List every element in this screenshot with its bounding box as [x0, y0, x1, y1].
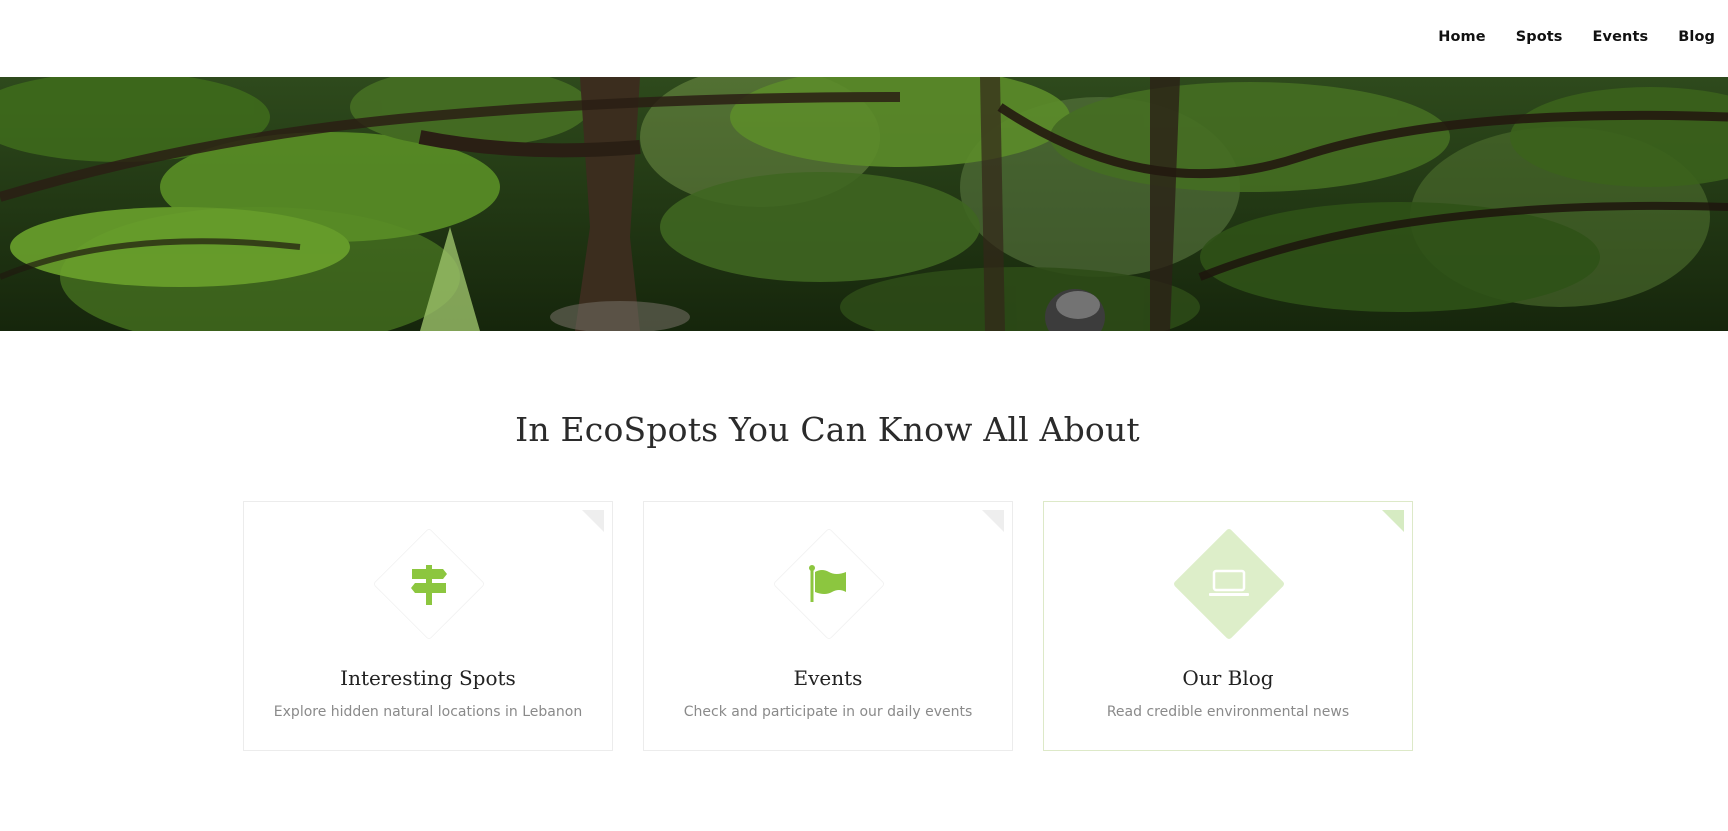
card-title: Interesting Spots — [340, 666, 516, 690]
feature-cards: Interesting Spots Explore hidden natural… — [243, 501, 1414, 751]
section-title: In EcoSpots You Can Know All About — [515, 410, 1140, 449]
card-title: Events — [793, 666, 863, 690]
laptop-icon — [1189, 544, 1269, 624]
main-nav: Home Spots Events Blog — [1408, 0, 1728, 73]
nav-blog-link[interactable]: Blog — [1678, 29, 1715, 45]
nav-spots-link[interactable]: Spots — [1516, 29, 1563, 45]
nav-home-link[interactable]: Home — [1438, 29, 1485, 45]
card-interesting-spots[interactable]: Interesting Spots Explore hidden natural… — [243, 501, 613, 751]
card-corner-decoration — [1382, 510, 1404, 532]
card-our-blog[interactable]: Our Blog Read credible environmental new… — [1043, 501, 1413, 751]
card-events[interactable]: Events Check and participate in our dail… — [643, 501, 1013, 751]
card-corner-decoration — [582, 510, 604, 532]
card-description: Check and participate in our daily event… — [683, 704, 973, 720]
flag-icon — [789, 544, 869, 624]
card-description: Explore hidden natural locations in Leba… — [273, 704, 583, 720]
site-header: Home Spots Events Blog — [0, 0, 1728, 77]
hero-banner — [0, 77, 1728, 331]
nav-events-link[interactable]: Events — [1593, 29, 1649, 45]
card-corner-decoration — [982, 510, 1004, 532]
cedar-forest-photo — [0, 77, 1728, 331]
signpost-icon — [389, 544, 469, 624]
card-title: Our Blog — [1182, 666, 1274, 690]
card-description: Read credible environmental news — [1106, 704, 1350, 720]
